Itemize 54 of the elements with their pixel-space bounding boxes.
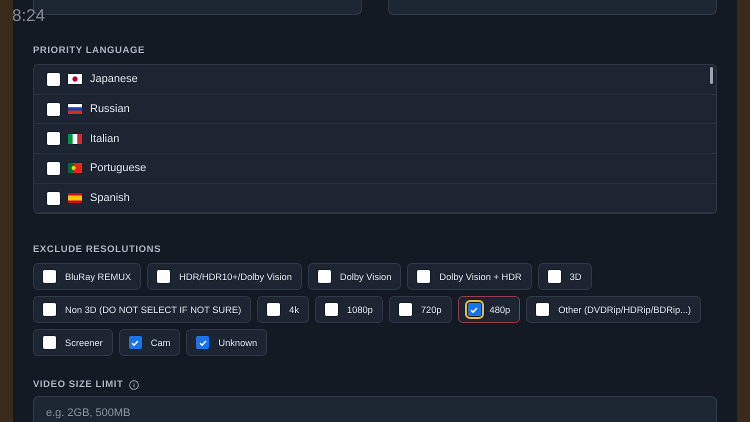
checkbox[interactable]: [43, 336, 56, 349]
resolution-chip[interactable]: Dolby Vision + HDR: [407, 263, 532, 290]
checkbox[interactable]: [267, 303, 280, 316]
language-label: Russian: [90, 103, 130, 116]
clock-time: 8:24: [13, 6, 46, 26]
flag-icon: [68, 193, 82, 204]
checkbox[interactable]: [47, 102, 60, 116]
language-label: Portuguese: [90, 162, 146, 174]
resolution-chip[interactable]: 4k: [257, 296, 309, 323]
scrollbar[interactable]: [710, 67, 713, 84]
flag-icon: [68, 104, 82, 114]
section-label: EXCLUDE RESOLUTIONS: [33, 244, 162, 255]
language-label: Italian: [90, 132, 120, 145]
checkbox[interactable]: [417, 270, 430, 283]
language-label: Spanish: [90, 192, 130, 204]
resolution-chip[interactable]: Dolby Vision: [308, 263, 402, 290]
flag-icon: [68, 163, 82, 174]
language-label: Japanese: [90, 73, 138, 86]
checkmark-icon: [469, 304, 480, 314]
checkbox[interactable]: [43, 270, 56, 283]
checkmark-icon: [198, 338, 208, 348]
checkbox[interactable]: [47, 72, 60, 86]
resolution-chip[interactable]: 720p: [388, 296, 452, 323]
resolution-chip[interactable]: Other (DVDRip/HDRip/BDRip...): [526, 296, 701, 323]
flag-icon: [68, 74, 82, 84]
checkbox[interactable]: [47, 132, 60, 146]
resolution-chip[interactable]: BluRay REMUX: [33, 263, 142, 290]
checkbox[interactable]: [128, 336, 142, 349]
checkbox[interactable]: [47, 162, 60, 175]
checkbox[interactable]: [325, 303, 338, 316]
resolution-chip[interactable]: Cam: [118, 329, 180, 356]
checkbox[interactable]: [157, 270, 170, 283]
checkbox[interactable]: [398, 303, 412, 316]
checkbox[interactable]: [47, 192, 60, 205]
size-limit-field[interactable]: e.g. 2GB, 500MB: [33, 396, 717, 422]
checkbox[interactable]: [43, 303, 56, 316]
checkmark-icon: [130, 338, 140, 348]
resolution-chip[interactable]: Screener: [33, 329, 113, 356]
size-limit-field[interactable]: e.g. 2GB, 500MB: [44, 406, 706, 420]
checkbox[interactable]: [548, 270, 561, 283]
resolution-chip[interactable]: 480p: [458, 296, 520, 323]
section-label: VIDEO SIZE LIMIT: [33, 379, 124, 390]
section-label: PRIORITY LANGUAGE: [33, 45, 145, 56]
checkbox[interactable]: [468, 303, 481, 316]
resolution-chip[interactable]: Non 3D (DO NOT SELECT IF NOT SURE): [33, 296, 252, 323]
checkbox[interactable]: [536, 303, 550, 316]
resolution-chip[interactable]: HDR/HDR10+/Dolby Vision: [147, 263, 302, 290]
resolution-chip[interactable]: 3D: [538, 263, 592, 290]
resolution-chip[interactable]: 1080p: [315, 296, 383, 323]
info-icon[interactable]: [129, 380, 140, 390]
checkbox[interactable]: [196, 336, 210, 349]
flag-icon: [68, 134, 82, 144]
resolution-chip[interactable]: Unknown: [186, 329, 268, 356]
checkbox[interactable]: [318, 270, 331, 283]
